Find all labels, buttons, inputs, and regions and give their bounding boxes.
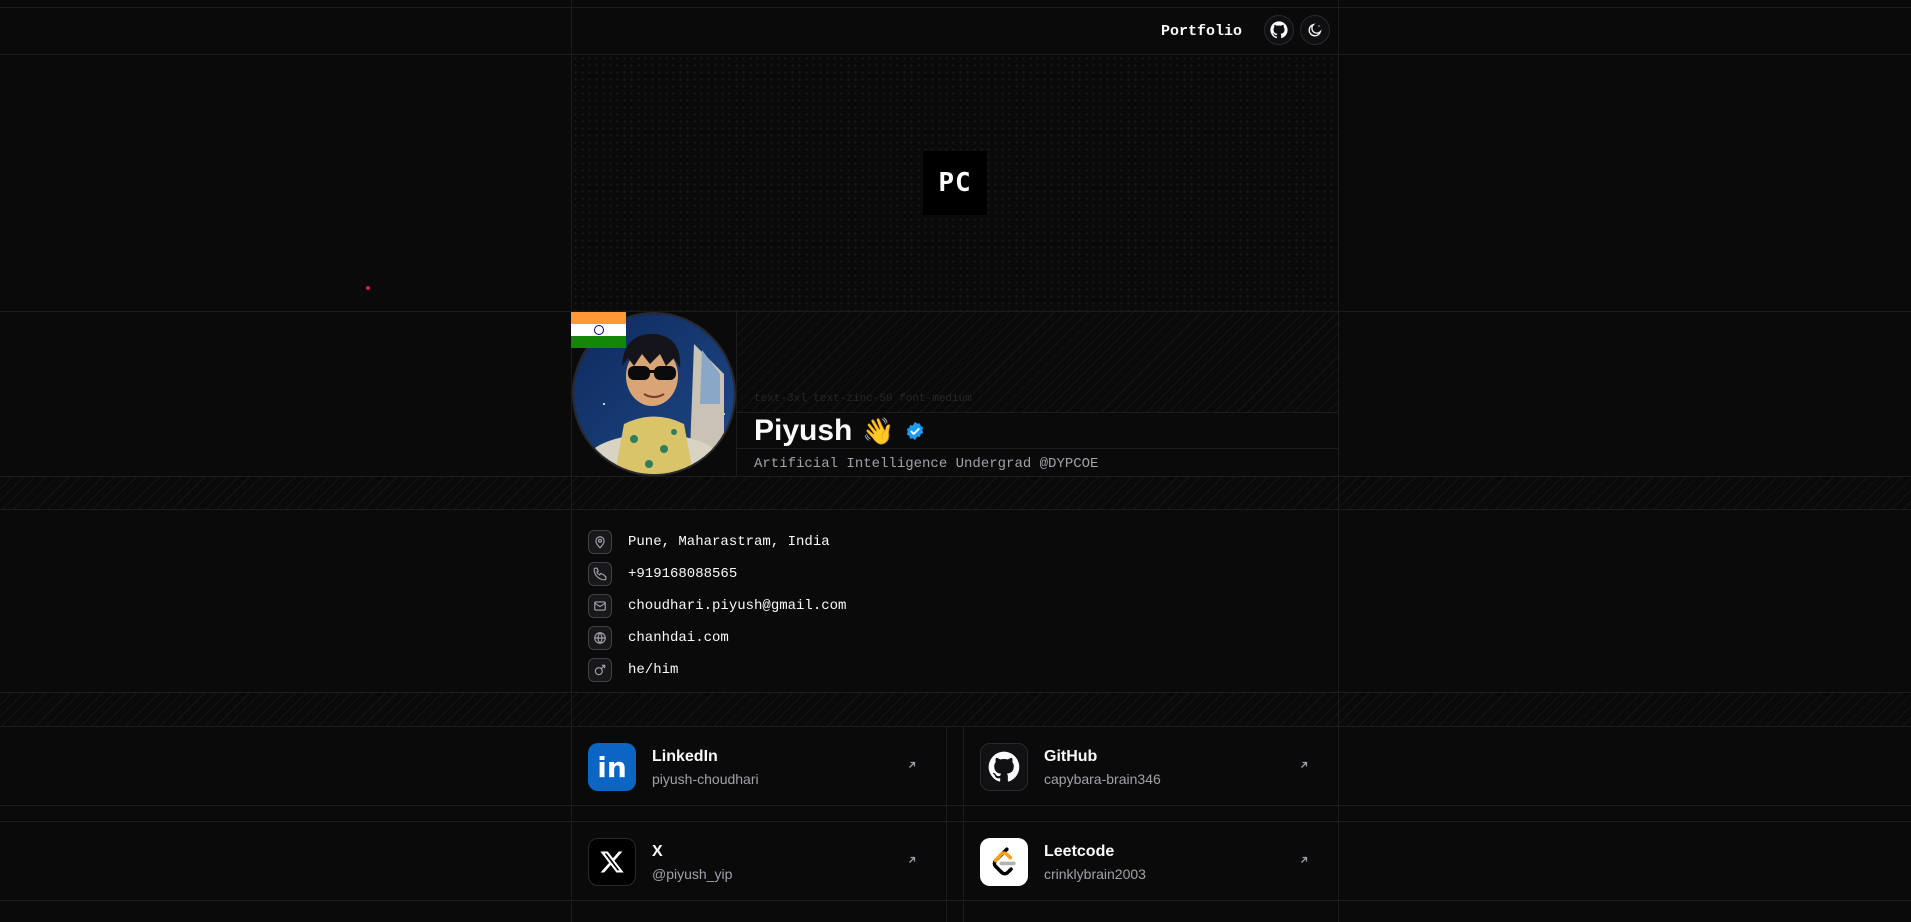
grid-line bbox=[1338, 0, 1339, 922]
social-card-leetcode[interactable]: Leetcode crinklybrain2003 bbox=[964, 822, 1322, 902]
detail-pronouns: he/him bbox=[588, 654, 846, 686]
detail-text[interactable]: +919168088565 bbox=[628, 566, 737, 582]
mail-icon bbox=[588, 594, 612, 618]
linkedin-icon: in bbox=[588, 743, 636, 791]
ashoka-chakra-icon bbox=[594, 325, 604, 335]
cover-pattern: PC bbox=[572, 55, 1338, 311]
detail-text[interactable]: chanhdai.com bbox=[628, 630, 729, 646]
x-icon bbox=[588, 838, 636, 886]
nav-link-portfolio[interactable]: Portfolio bbox=[1161, 23, 1242, 40]
verified-badge-icon bbox=[906, 421, 923, 441]
social-name: GitHub bbox=[1044, 747, 1098, 765]
social-name: Leetcode bbox=[1044, 842, 1115, 860]
social-handle: piyush-choudhari bbox=[652, 770, 759, 787]
flag-stripe-middle bbox=[571, 324, 626, 336]
grid-line bbox=[736, 312, 737, 476]
grid-line bbox=[0, 726, 1911, 727]
profile-tagline: Artificial Intelligence Undergrad @DYPCO… bbox=[754, 456, 1099, 472]
social-card-x[interactable]: X @piyush_yip bbox=[572, 822, 930, 902]
grid-line bbox=[0, 509, 1911, 510]
hatch-divider bbox=[0, 693, 1911, 726]
detail-email: choudhari.piyush@gmail.com bbox=[588, 590, 846, 622]
site-header: Portfolio bbox=[572, 8, 1338, 54]
arrow-up-right-icon bbox=[909, 761, 916, 768]
wave-emoji: 👋 bbox=[862, 415, 895, 446]
mars-icon bbox=[588, 658, 612, 682]
profile-name: Piyush 👋 bbox=[754, 413, 925, 449]
grid-line bbox=[0, 900, 1911, 901]
github-button[interactable] bbox=[1264, 15, 1294, 45]
flag-stripe-bottom bbox=[571, 336, 626, 348]
globe-icon bbox=[588, 626, 612, 650]
detail-text[interactable]: choudhari.piyush@gmail.com bbox=[628, 598, 846, 614]
social-name: LinkedIn bbox=[652, 747, 718, 765]
social-name: X bbox=[652, 842, 663, 860]
detail-location: Pune, Maharastram, India bbox=[588, 526, 846, 558]
arrow-up-right-icon bbox=[909, 856, 916, 863]
site-logo: PC bbox=[923, 151, 987, 215]
github-icon bbox=[1270, 21, 1288, 39]
logo-text: PC bbox=[938, 168, 972, 198]
moon-icon bbox=[1308, 23, 1322, 37]
grid-line bbox=[0, 805, 1911, 806]
social-handle: @piyush_yip bbox=[652, 865, 733, 882]
leetcode-icon bbox=[980, 838, 1028, 886]
hatch-divider bbox=[0, 477, 1911, 509]
detail-website: chanhdai.com bbox=[588, 622, 846, 654]
phone-icon bbox=[588, 562, 612, 586]
arrow-up-right-icon bbox=[1301, 856, 1308, 863]
india-flag bbox=[571, 312, 626, 348]
map-pin-icon bbox=[588, 530, 612, 554]
contact-details: Pune, Maharastram, India +919168088565 c… bbox=[588, 526, 846, 686]
grid-line bbox=[946, 727, 947, 922]
social-handle: capybara-brain346 bbox=[1044, 770, 1161, 787]
detail-text: he/him bbox=[628, 662, 679, 678]
theme-toggle-button[interactable] bbox=[1300, 15, 1330, 45]
arrow-up-right-icon bbox=[1301, 761, 1308, 768]
cursor-dot bbox=[366, 286, 370, 290]
profile-name-text: Piyush bbox=[754, 414, 853, 447]
grid-line bbox=[0, 821, 1911, 822]
social-card-linkedin[interactable]: in LinkedIn piyush-choudhari bbox=[572, 727, 930, 807]
social-handle: crinklybrain2003 bbox=[1044, 865, 1146, 882]
social-card-github[interactable]: GitHub capybara-brain346 bbox=[964, 727, 1322, 807]
detail-text: Pune, Maharastram, India bbox=[628, 534, 830, 550]
detail-phone: +919168088565 bbox=[588, 558, 846, 590]
flag-stripe-top bbox=[571, 312, 626, 324]
class-hint-text: text-3xl text-zinc-50 font-medium bbox=[754, 393, 972, 405]
github-icon bbox=[980, 743, 1028, 791]
